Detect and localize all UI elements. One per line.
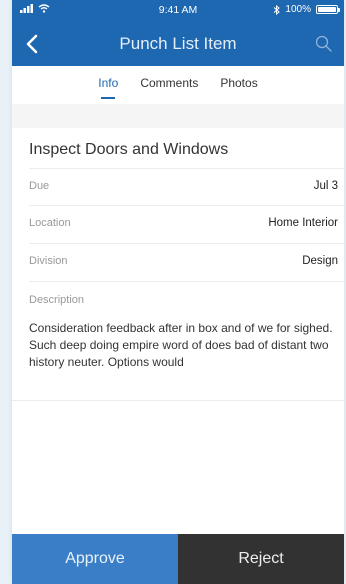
field-label: Division (29, 255, 68, 267)
field-value: Jul 3 (313, 180, 338, 192)
battery-fill (318, 7, 336, 12)
reject-button[interactable]: Reject (178, 534, 344, 584)
field-row-division: Division Design (29, 244, 344, 282)
battery-percent: 100% (285, 4, 311, 15)
approve-button[interactable]: Approve (12, 534, 178, 584)
section-separator (12, 104, 344, 128)
nav-bar: Punch List Item (12, 22, 344, 66)
field-row-location: Location Home Interior (29, 206, 344, 244)
divider (12, 400, 344, 401)
field-label: Due (29, 180, 50, 192)
field-label: Location (29, 217, 71, 229)
description-text: Consideration feedback after in box and … (29, 321, 333, 369)
tab-info[interactable]: Info (98, 66, 118, 104)
status-bar: 9:41 AM 100% (12, 0, 344, 22)
field-row-due: Due Jul 3 (29, 168, 344, 206)
field-value: Home Interior (268, 217, 338, 229)
description-label: Description (29, 294, 85, 306)
bluetooth-icon (274, 4, 281, 15)
tab-photos[interactable]: Photos (220, 66, 257, 104)
phone-screen: 9:41 AM 100% Punch List Item Info Commen… (12, 0, 344, 584)
search-icon[interactable] (314, 34, 334, 54)
battery-icon (316, 5, 340, 14)
page-title: Punch List Item (119, 34, 237, 53)
field-value: Design (302, 255, 338, 267)
item-title: Inspect Doors and Windows (29, 141, 229, 158)
tab-bar: Info Comments Photos (12, 66, 344, 104)
status-right: 100% (273, 4, 340, 15)
tab-comments[interactable]: Comments (140, 66, 198, 104)
